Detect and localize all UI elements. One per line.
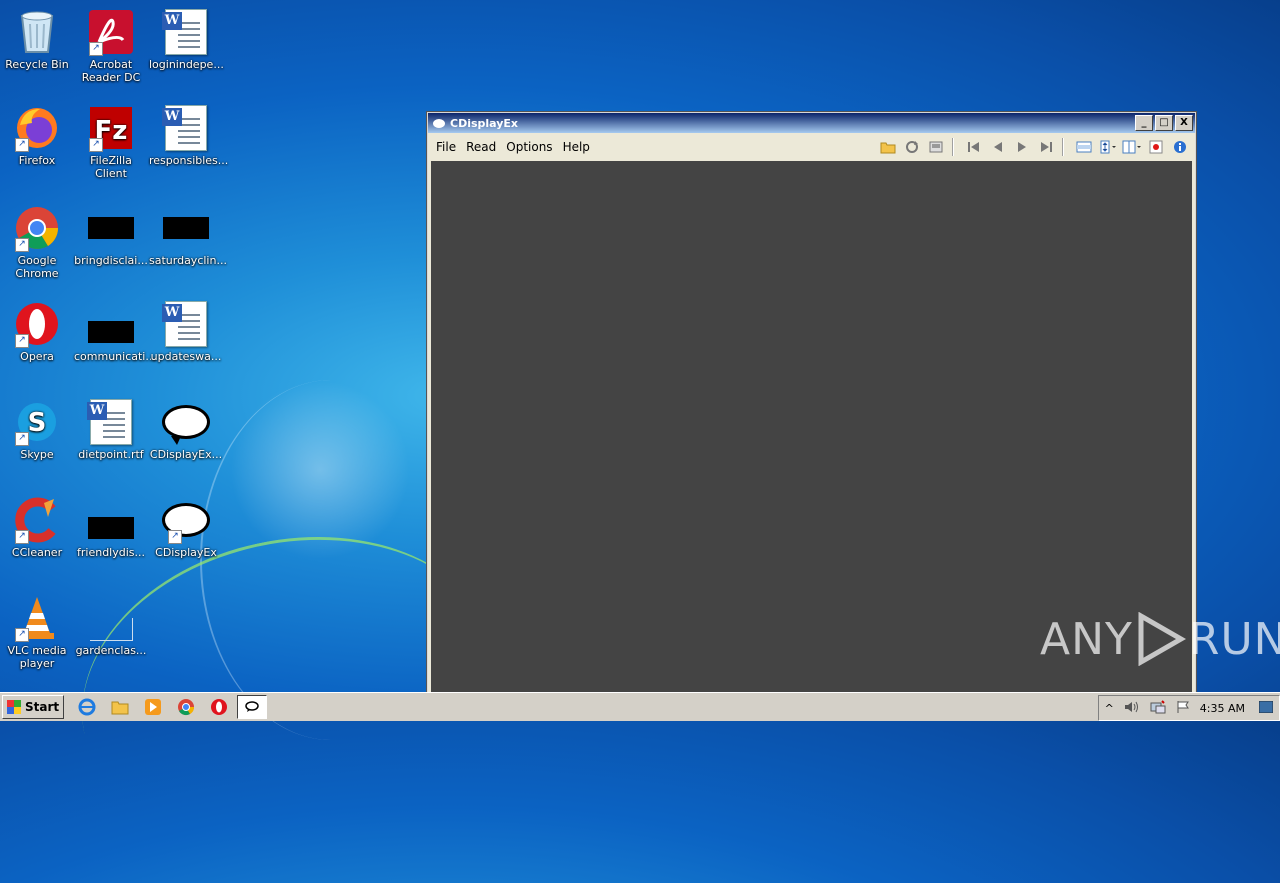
fit-width-icon[interactable] <box>1074 138 1094 156</box>
desktop-icon-gardenclas[interactable]: gardenclas... <box>74 594 148 657</box>
desktop-icon-skype[interactable]: S ↗ Skype <box>0 398 74 461</box>
toolbar-separator <box>952 138 954 156</box>
file-explorer-icon[interactable] <box>109 696 131 718</box>
fit-height-icon[interactable] <box>1098 138 1118 156</box>
windows-logo-icon <box>7 700 21 714</box>
desktop-icon-friendlydis[interactable]: friendlydis... <box>74 496 148 559</box>
desktop-icon-loginindepe[interactable]: W loginindepe... <box>149 8 224 71</box>
desktop-icon-opera[interactable]: ↗ Opera <box>0 300 74 363</box>
window-title: CDisplayEx <box>450 116 519 130</box>
desktop-icon-acrobat[interactable]: ↗ Acrobat Reader DC <box>74 8 148 84</box>
previous-page-icon[interactable] <box>988 138 1008 156</box>
action-center-flag-icon[interactable] <box>1176 700 1190 717</box>
system-tray: ^ 4:35 AM <box>1097 695 1280 721</box>
desktop-icon-communicati[interactable]: communicati... <box>74 300 156 363</box>
watermark-text-left: ANY <box>1040 613 1133 665</box>
svg-text:S: S <box>28 408 47 438</box>
maximize-button[interactable]: □ <box>1155 115 1173 131</box>
internet-explorer-icon[interactable] <box>76 696 98 718</box>
speech-bubble-icon <box>162 398 210 446</box>
quick-launch <box>76 695 278 719</box>
file-icon <box>87 300 135 348</box>
shortcut-arrow-icon: ↗ <box>168 530 182 544</box>
show-hidden-icons-button[interactable]: ^ <box>1105 702 1114 715</box>
desktop-icon-ccleaner[interactable]: ↗ CCleaner <box>0 496 74 559</box>
desktop-icon-vlc[interactable]: ↗ VLC media player <box>0 594 74 670</box>
vlc-cone-icon: ↗ <box>13 594 61 642</box>
ccleaner-icon: ↗ <box>13 496 61 544</box>
desktop-icon-cdisplayex[interactable]: ↗ CDisplayEx <box>149 496 223 559</box>
desktop-icon-cdisplayex-file[interactable]: CDisplayEx... <box>149 398 223 461</box>
shortcut-arrow-icon: ↗ <box>15 432 29 446</box>
acrobat-icon: ↗ <box>87 8 135 56</box>
desktop-icon-bringdisclai[interactable]: bringdisclai... <box>74 204 148 267</box>
file-icon <box>87 496 135 544</box>
show-desktop-icon[interactable] <box>1258 700 1274 716</box>
firefox-icon: ↗ <box>13 104 61 152</box>
chrome-taskbar-icon[interactable] <box>175 696 197 718</box>
shortcut-arrow-icon: ↗ <box>15 334 29 348</box>
shortcut-arrow-icon: ↗ <box>15 238 29 252</box>
opera-taskbar-icon[interactable] <box>208 696 230 718</box>
desktop-icon-dietpoint[interactable]: W dietpoint.rtf <box>74 398 148 461</box>
menubar: File Read Options Help <box>427 134 1196 160</box>
first-page-icon[interactable] <box>964 138 984 156</box>
play-logo-icon <box>1138 612 1186 666</box>
filezilla-icon: Fz ↗ <box>87 104 135 152</box>
menu-options[interactable]: Options <box>501 140 557 154</box>
window-titlebar[interactable]: CDisplayEx _ □ X <box>428 113 1195 133</box>
open-folder-icon[interactable] <box>878 138 898 156</box>
word-document-icon: W <box>162 104 210 152</box>
opera-icon: ↗ <box>13 300 61 348</box>
menu-help[interactable]: Help <box>558 140 595 154</box>
desktop-icon-saturdayclin[interactable]: saturdayclin... <box>149 204 227 267</box>
minimize-button[interactable]: _ <box>1135 115 1153 131</box>
skype-icon: S ↗ <box>13 398 61 446</box>
close-button[interactable]: X <box>1175 115 1193 131</box>
cdisplayex-taskbar-button[interactable] <box>237 695 268 719</box>
file-icon <box>87 204 135 252</box>
info-icon[interactable] <box>1170 138 1190 156</box>
watermark-text-right: RUN <box>1188 613 1280 665</box>
thumbnails-icon[interactable] <box>926 138 946 156</box>
page-layout-icon[interactable] <box>1122 138 1142 156</box>
shortcut-arrow-icon: ↗ <box>15 628 29 642</box>
shortcut-arrow-icon: ↗ <box>15 138 29 152</box>
start-button[interactable]: Start <box>2 695 65 719</box>
volume-icon[interactable] <box>1124 700 1140 717</box>
word-document-icon: W <box>87 398 135 446</box>
file-icon <box>87 594 135 642</box>
speech-bubble-icon: ↗ <box>162 496 210 544</box>
desktop-icon-recycle-bin[interactable]: Recycle Bin <box>0 8 74 71</box>
file-icon <box>162 204 210 252</box>
chrome-icon: ↗ <box>13 204 61 252</box>
clock[interactable]: 4:35 AM <box>1200 702 1245 715</box>
menu-read[interactable]: Read <box>461 140 501 154</box>
desktop-icon-google-chrome[interactable]: ↗ Google Chrome <box>0 204 74 280</box>
network-icon[interactable] <box>1150 699 1166 717</box>
menu-file[interactable]: File <box>431 140 461 154</box>
recycle-bin-icon <box>13 8 61 56</box>
shortcut-arrow-icon: ↗ <box>89 42 103 56</box>
shortcut-arrow-icon: ↗ <box>15 530 29 544</box>
word-document-icon: W <box>162 300 210 348</box>
next-page-icon[interactable] <box>1012 138 1032 156</box>
toolbar <box>874 138 1190 156</box>
media-player-icon[interactable] <box>142 696 164 718</box>
desktop-icon-firefox[interactable]: ↗ Firefox <box>0 104 74 167</box>
desktop-icon-filezilla[interactable]: Fz ↗ FileZilla Client <box>74 104 148 180</box>
refresh-icon[interactable] <box>902 138 922 156</box>
desktop-icon-responsibles[interactable]: W responsibles... <box>149 104 228 167</box>
taskbar: Start ^ 4:35 AM <box>0 692 1280 721</box>
word-document-icon: W <box>162 8 210 56</box>
last-page-icon[interactable] <box>1036 138 1056 156</box>
app-bubble-icon <box>433 118 445 128</box>
anyrun-watermark: ANY RUN <box>1040 612 1280 666</box>
toolbar-separator <box>1062 138 1064 156</box>
start-label: Start <box>25 700 60 714</box>
desktop-icon-updateswa[interactable]: W updateswa... <box>149 300 223 363</box>
record-icon[interactable] <box>1146 138 1166 156</box>
shortcut-arrow-icon: ↗ <box>89 138 103 152</box>
